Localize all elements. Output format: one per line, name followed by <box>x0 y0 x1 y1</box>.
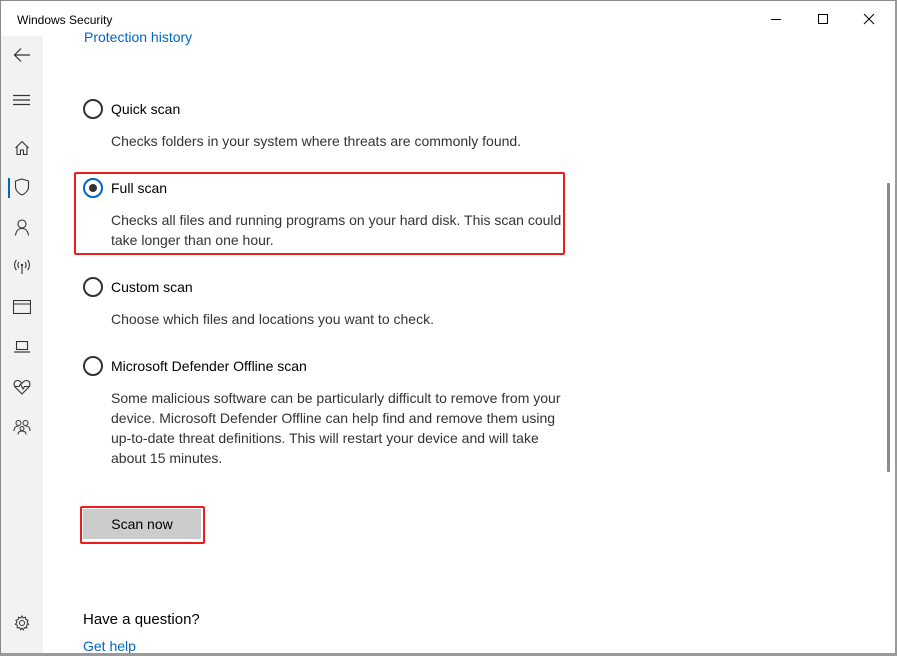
radio-label: Full scan <box>111 180 168 196</box>
radio-button[interactable] <box>83 277 103 297</box>
window-title: Windows Security <box>17 13 113 27</box>
get-help-link[interactable]: Get help <box>83 638 136 653</box>
sidebar-item-settings[interactable] <box>1 604 43 642</box>
close-icon <box>863 13 875 25</box>
radio-label: Quick scan <box>111 101 181 117</box>
active-indicator <box>8 178 10 198</box>
radio-button[interactable] <box>83 356 103 376</box>
scan-option-full: Full scan Checks all files and running p… <box>83 177 571 250</box>
scan-option-custom: Custom scan Choose which files and locat… <box>83 276 571 329</box>
wireless-antenna-icon <box>13 259 31 275</box>
heart-pulse-icon <box>13 379 31 395</box>
offline-scan-radio[interactable]: Microsoft Defender Offline scan <box>83 355 571 377</box>
hamburger-menu-icon <box>13 94 31 106</box>
full-scan-radio[interactable]: Full scan <box>83 177 571 199</box>
option-description: Checks all files and running programs on… <box>111 212 562 248</box>
maximize-icon <box>817 13 829 25</box>
radio-button[interactable] <box>83 99 103 119</box>
sidebar-item-device-performance-health[interactable] <box>1 368 43 406</box>
shield-icon <box>14 178 30 196</box>
main-content: Protection history Quick scan Checks fol… <box>43 31 895 653</box>
sidebar-item-home[interactable] <box>1 129 43 167</box>
family-icon <box>13 419 31 435</box>
protection-history-link[interactable]: Protection history <box>84 31 192 45</box>
option-description: Checks folders in your system where thre… <box>111 133 522 149</box>
sidebar-item-virus-threat-protection[interactable] <box>1 168 43 206</box>
back-arrow-icon <box>13 47 31 63</box>
quick-scan-radio[interactable]: Quick scan <box>83 98 571 120</box>
sidebar-item-family-options[interactable] <box>1 408 43 446</box>
gear-icon <box>14 615 30 631</box>
sidebar <box>1 36 43 653</box>
menu-button[interactable] <box>1 81 43 119</box>
laptop-icon <box>14 341 30 353</box>
scan-now-button[interactable]: Scan now <box>83 509 201 539</box>
scan-option-quick: Quick scan Checks folders in your system… <box>83 98 571 151</box>
vertical-scrollbar[interactable] <box>887 183 890 472</box>
sidebar-item-firewall-network[interactable] <box>1 248 43 286</box>
minimize-icon <box>770 13 782 25</box>
option-description: Some malicious software can be particula… <box>111 390 561 466</box>
sidebar-item-account-protection[interactable] <box>1 208 43 246</box>
radio-label: Microsoft Defender Offline scan <box>111 358 307 374</box>
option-description: Choose which files and locations you wan… <box>111 311 434 327</box>
radio-label: Custom scan <box>111 279 193 295</box>
sidebar-item-device-security[interactable] <box>1 328 43 366</box>
home-icon <box>14 140 30 156</box>
back-button[interactable] <box>1 36 43 74</box>
radio-button-selected[interactable] <box>83 178 103 198</box>
windows-security-window: Windows Security Protection history Quic… <box>0 0 897 656</box>
app-window-icon <box>13 300 31 314</box>
custom-scan-radio[interactable]: Custom scan <box>83 276 571 298</box>
have-a-question-heading: Have a question? <box>83 611 200 628</box>
scan-option-offline: Microsoft Defender Offline scan Some mal… <box>83 355 571 468</box>
sidebar-item-app-browser-control[interactable] <box>1 288 43 326</box>
person-icon <box>14 218 30 236</box>
